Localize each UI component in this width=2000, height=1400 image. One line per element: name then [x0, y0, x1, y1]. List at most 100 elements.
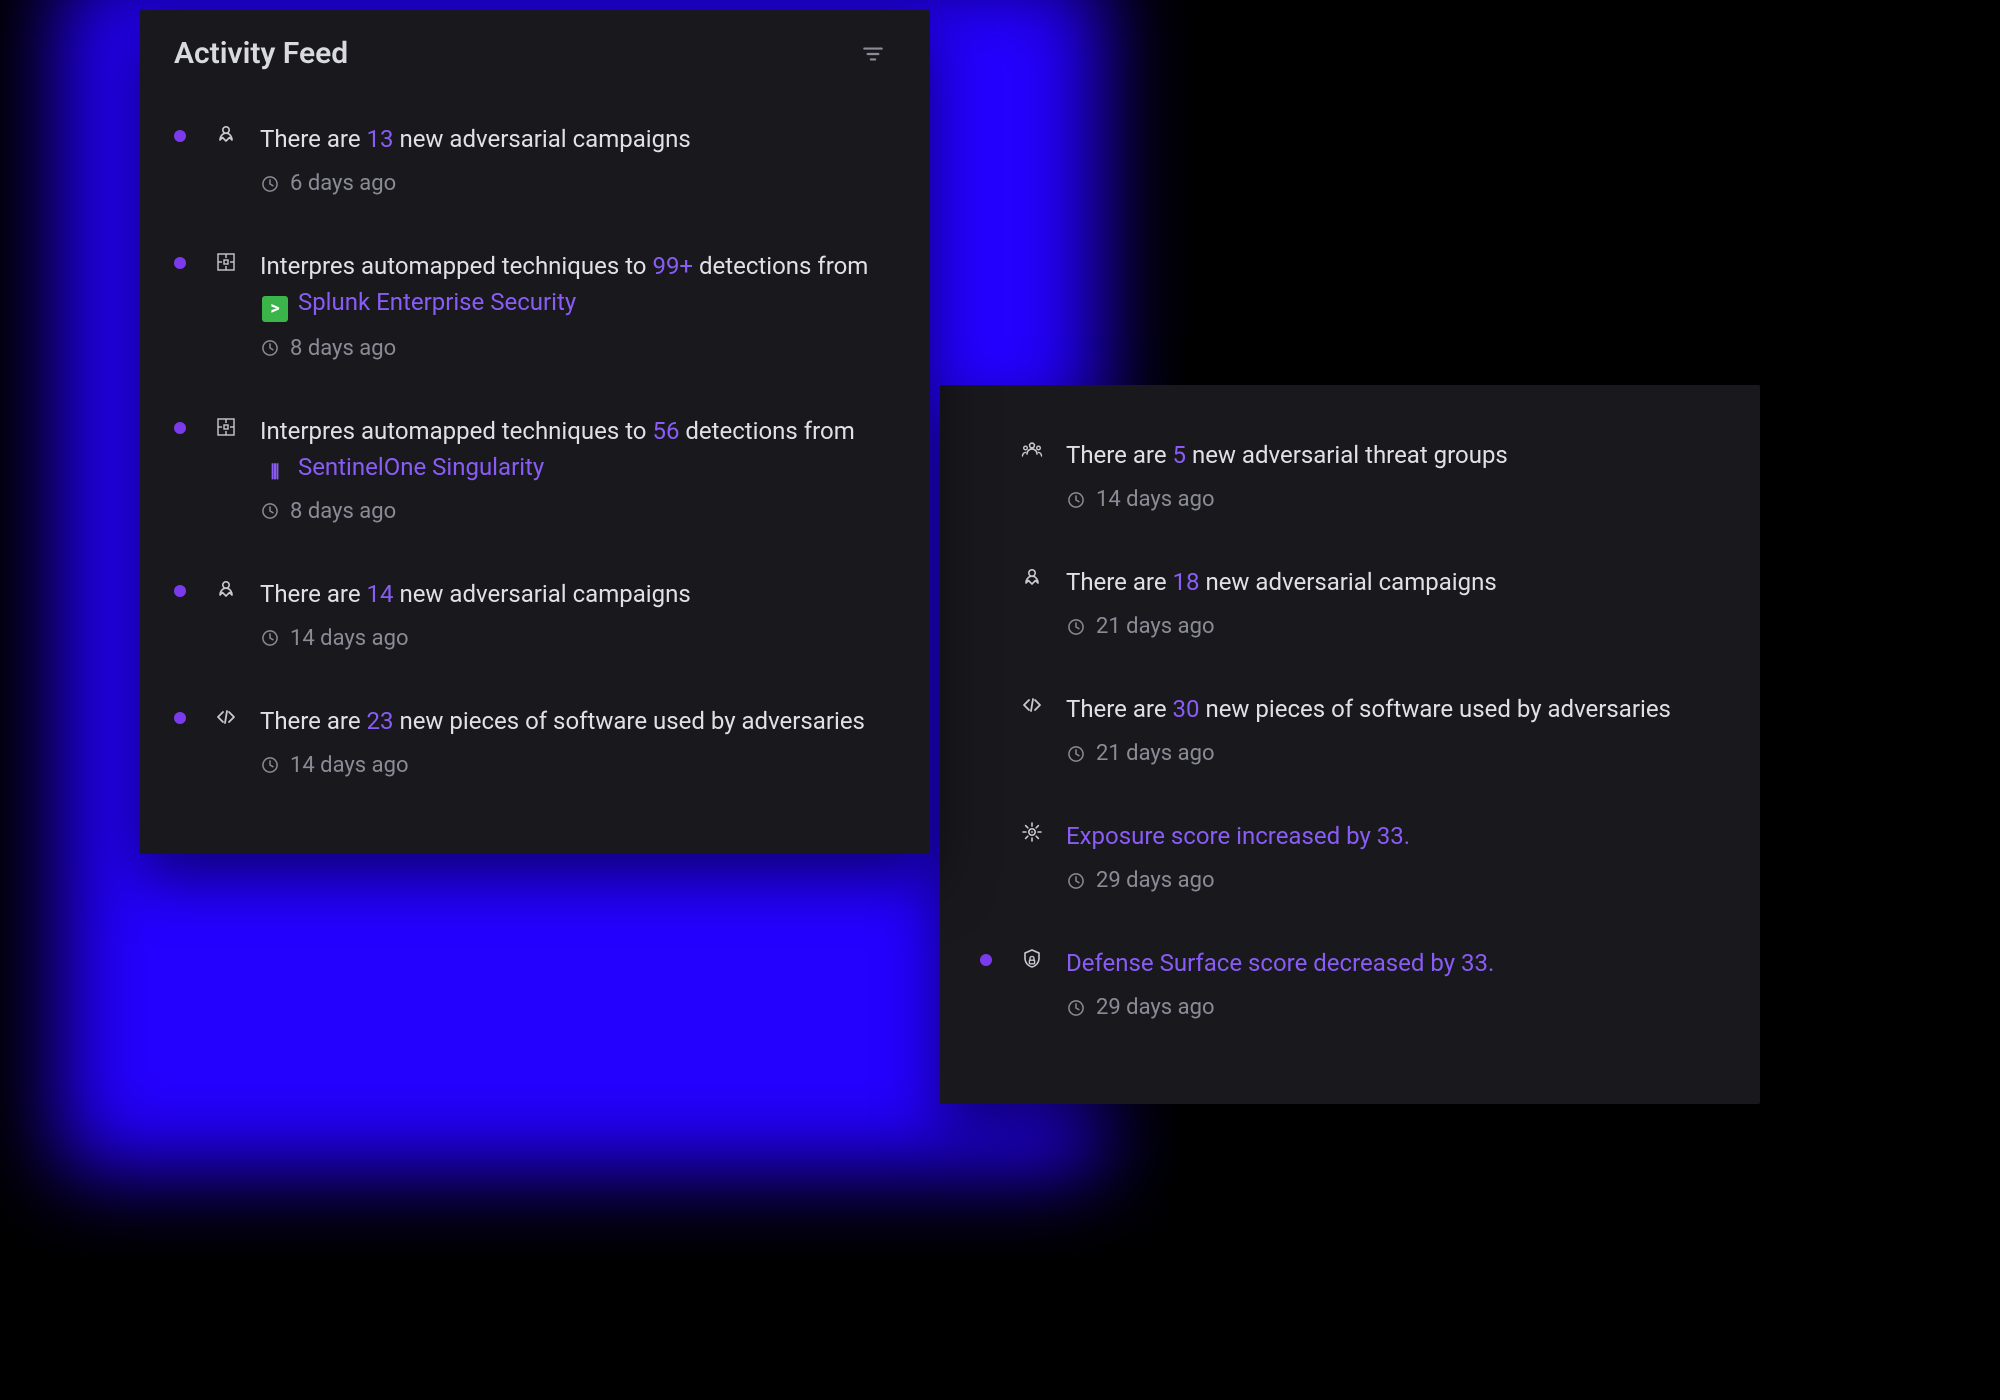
feed-item-body: There are 5 new adversarial threat group…: [1066, 437, 1720, 512]
feed-item-body: Defense Surface score decreased by 33. 29…: [1066, 945, 1720, 1020]
feed-item-type-icon: [214, 123, 238, 147]
feed-item-timestamp: 29 days ago: [1066, 868, 1720, 893]
feed-item[interactable]: There are 13 new adversarial campaigns 6 …: [174, 105, 890, 232]
feed-item-link[interactable]: SentinelOne Singularity: [298, 453, 544, 481]
feed-item-type-icon: [214, 250, 238, 274]
feed-item-timestamp: 14 days ago: [260, 626, 890, 651]
clock-icon: [260, 628, 280, 648]
clock-icon: [1066, 744, 1086, 764]
feed-item-body: There are 18 new adversarial campaigns 21…: [1066, 564, 1720, 639]
panel-title: Activity Feed: [174, 36, 348, 71]
threat-group-icon: [1020, 439, 1044, 463]
automap-icon: [214, 415, 238, 439]
feed-item-text: Exposure score increased by 33.: [1066, 818, 1720, 854]
feed-item-text: Interpres automapped techniques to 99+ d…: [260, 248, 890, 322]
feed-item-time-text: 29 days ago: [1096, 868, 1215, 893]
feed-item-text-fragment: new pieces of software used by adversari…: [1199, 695, 1670, 723]
feed-item-text-fragment: new adversarial campaigns: [393, 580, 690, 608]
feed-item-text-fragment: There are: [260, 125, 367, 153]
clock-icon: [260, 174, 280, 194]
timeline-bullet-icon: [174, 257, 186, 269]
feed-item-time-text: 14 days ago: [290, 753, 409, 778]
feed-item-text-fragment: detections from: [679, 417, 854, 445]
feed-item-text-fragment: Interpres automapped techniques to: [260, 252, 652, 280]
feed-item-text-fragment: new pieces of software used by adversari…: [393, 707, 864, 735]
clock-icon: [1066, 871, 1086, 891]
timeline-bullet-icon: [174, 712, 186, 724]
feed-item-count: 14: [367, 580, 394, 608]
timeline-bullet-icon: [174, 422, 186, 434]
feed-item-type-icon: [1020, 820, 1044, 844]
defense-icon: [1020, 947, 1044, 971]
timeline-bullet-icon: [174, 130, 186, 142]
feed-item-time-text: 21 days ago: [1096, 614, 1215, 639]
feed-item-text: There are 13 new adversarial campaigns: [260, 121, 890, 157]
feed-item-body: Interpres automapped techniques to 56 de…: [260, 413, 890, 524]
feed-item-count: 5: [1173, 441, 1187, 469]
code-icon: [1020, 693, 1044, 717]
feed-item-text-fragment: new adversarial campaigns: [393, 125, 690, 153]
feed-item-timestamp: 21 days ago: [1066, 614, 1720, 639]
clock-icon: [1066, 617, 1086, 637]
feed-item-text-fragment: There are: [1066, 441, 1173, 469]
feed-item-text: There are 14 new adversarial campaigns: [260, 576, 890, 612]
feed-item[interactable]: There are 18 new adversarial campaigns 21…: [980, 548, 1720, 675]
filter-button[interactable]: [856, 37, 890, 71]
feed-item-body: There are 30 new pieces of software used…: [1066, 691, 1720, 766]
feed-item-body: There are 13 new adversarial campaigns 6 …: [260, 121, 890, 196]
panel-header: Activity Feed: [174, 36, 890, 71]
clock-icon: [260, 755, 280, 775]
feed-item-link[interactable]: Splunk Enterprise Security: [298, 288, 576, 316]
feed-item[interactable]: Defense Surface score decreased by 33. 29…: [980, 929, 1720, 1056]
feed-item-time-text: 14 days ago: [290, 626, 409, 651]
feed-item-text: Interpres automapped techniques to 56 de…: [260, 413, 890, 485]
feed-item-body: There are 14 new adversarial campaigns14…: [260, 576, 890, 651]
filter-icon: [860, 41, 886, 67]
campaign-icon: [214, 123, 238, 147]
feed-item-count: 56: [652, 417, 679, 445]
feed-item-timestamp: 6 days ago: [260, 171, 890, 196]
clock-icon: [260, 338, 280, 358]
clock-icon: [1066, 998, 1086, 1018]
feed-item-text-fragment: new adversarial campaigns: [1199, 568, 1496, 596]
feed-item-body: Exposure score increased by 33. 29 days a…: [1066, 818, 1720, 893]
timeline-bullet-icon: [980, 954, 992, 966]
feed-item-type-icon: [1020, 693, 1044, 717]
feed-item[interactable]: There are 23 new pieces of software used…: [174, 687, 890, 814]
feed-item[interactable]: There are 30 new pieces of software used…: [980, 675, 1720, 802]
feed-item-text: There are 23 new pieces of software used…: [260, 703, 890, 739]
feed-item-count: 18: [1173, 568, 1200, 596]
feed-item-text-fragment: new adversarial threat groups: [1186, 441, 1508, 469]
feed-item-text: There are 18 new adversarial campaigns: [1066, 564, 1720, 600]
activity-feed-panel-continued: There are 5 new adversarial threat group…: [940, 385, 1760, 1104]
feed-item-count: 99+: [652, 252, 693, 280]
feed-item-text-fragment: detections from: [693, 252, 868, 280]
feed-item-type-icon: [214, 415, 238, 439]
feed-item-timestamp: 29 days ago: [1066, 995, 1720, 1020]
feed-item-time-text: 8 days ago: [290, 499, 396, 524]
activity-feed-panel: Activity Feed There are 13 new adversari…: [140, 10, 930, 854]
sentinelone-badge-icon: ⦀: [262, 459, 288, 485]
code-icon: [214, 705, 238, 729]
feed-item-time-text: 21 days ago: [1096, 741, 1215, 766]
feed-item-body: Interpres automapped techniques to 99+ d…: [260, 248, 890, 361]
feed-item-time-text: 6 days ago: [290, 171, 396, 196]
timeline-bullet-icon: [174, 585, 186, 597]
feed-item-text-fragment: Defense Surface score decreased by 33.: [1066, 949, 1494, 977]
feed-item-body: There are 23 new pieces of software used…: [260, 703, 890, 778]
feed-item-time-text: 14 days ago: [1096, 487, 1215, 512]
feed-item[interactable]: Interpres automapped techniques to 99+ d…: [174, 232, 890, 397]
feed-item[interactable]: There are 14 new adversarial campaigns14…: [174, 560, 890, 687]
feed-item[interactable]: Interpres automapped techniques to 56 de…: [174, 397, 890, 560]
exposure-icon: [1020, 820, 1044, 844]
feed-item-text-fragment: Exposure score increased by 33.: [1066, 822, 1410, 850]
feed-item-timestamp: 14 days ago: [1066, 487, 1720, 512]
feed-item-type-icon: [1020, 439, 1044, 463]
feed-item[interactable]: There are 5 new adversarial threat group…: [980, 421, 1720, 548]
feed-item-time-text: 8 days ago: [290, 336, 396, 361]
campaign-icon: [1020, 566, 1044, 590]
feed-item-text-fragment: There are: [260, 707, 367, 735]
feed-item-timestamp: 21 days ago: [1066, 741, 1720, 766]
feed-item[interactable]: Exposure score increased by 33. 29 days a…: [980, 802, 1720, 929]
automap-icon: [214, 250, 238, 274]
